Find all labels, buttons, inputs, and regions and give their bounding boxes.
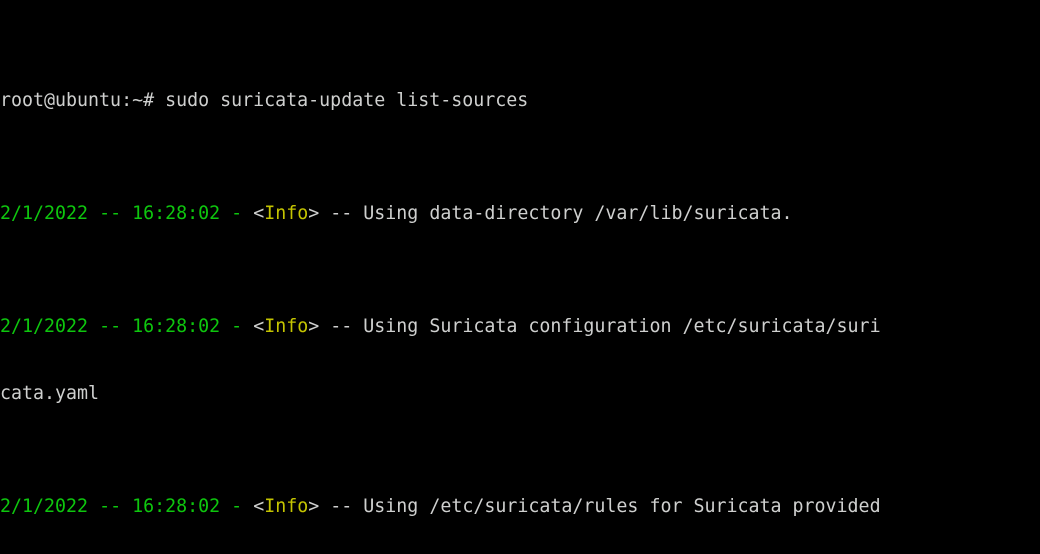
prompt-line: root@ubuntu:~# sudo suricata-update list… bbox=[0, 90, 1040, 113]
log-message: Using Suricata configuration /etc/surica… bbox=[363, 315, 881, 337]
log-message: Using /etc/suricata/rules for Suricata p… bbox=[363, 496, 881, 518]
log-separator: -- bbox=[88, 496, 133, 518]
log-level: Info bbox=[264, 202, 309, 224]
level-bracket-open-icon: < bbox=[253, 202, 265, 224]
log-date: 2/1/2022 bbox=[0, 496, 89, 518]
log-line-2: 2/1/2022 -- 16:28:02 - <Info> -- Using S… bbox=[0, 316, 1040, 339]
level-bracket-close-icon: > bbox=[308, 315, 320, 337]
log-date: 2/1/2022 bbox=[0, 202, 89, 224]
log-level: Info bbox=[264, 315, 309, 337]
level-bracket-open-icon: < bbox=[253, 315, 265, 337]
log-message-continued: cata.yaml bbox=[0, 383, 100, 405]
log-separator: -- bbox=[88, 202, 133, 224]
log-dash: - bbox=[220, 315, 254, 337]
terminal-window[interactable]: root@ubuntu:~# sudo suricata-update list… bbox=[0, 0, 1040, 554]
log-time: 16:28:02 bbox=[132, 496, 221, 518]
log-dash: - bbox=[220, 496, 254, 518]
log-date: 2/1/2022 bbox=[0, 315, 89, 337]
log-dash: - bbox=[220, 202, 254, 224]
level-separator: -- bbox=[319, 496, 364, 518]
log-line-3: 2/1/2022 -- 16:28:02 - <Info> -- Using /… bbox=[0, 496, 1040, 519]
shell-command: sudo suricata-update list-sources bbox=[165, 90, 529, 112]
log-separator: -- bbox=[88, 315, 133, 337]
log-line-2-wrap: cata.yaml bbox=[0, 383, 1040, 406]
shell-prompt: root@ubuntu:~# bbox=[0, 90, 166, 112]
level-bracket-close-icon: > bbox=[308, 202, 320, 224]
level-separator: -- bbox=[319, 315, 364, 337]
log-message: Using data-directory /var/lib/suricata. bbox=[363, 202, 793, 224]
level-separator: -- bbox=[319, 202, 364, 224]
level-bracket-close-icon: > bbox=[308, 496, 320, 518]
level-bracket-open-icon: < bbox=[253, 496, 265, 518]
log-time: 16:28:02 bbox=[132, 202, 221, 224]
log-level: Info bbox=[264, 496, 309, 518]
log-time: 16:28:02 bbox=[132, 315, 221, 337]
log-line-1: 2/1/2022 -- 16:28:02 - <Info> -- Using d… bbox=[0, 203, 1040, 226]
